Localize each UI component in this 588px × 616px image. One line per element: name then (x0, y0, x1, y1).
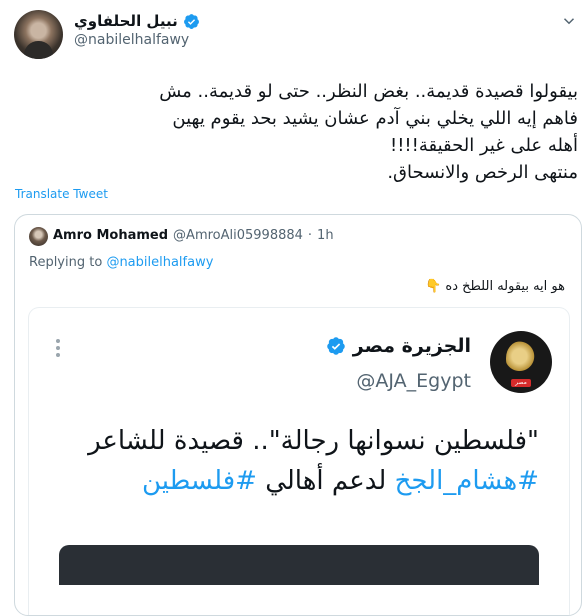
quote-text: هو ايه بيقوله اللطخ ده 👇 (29, 279, 565, 294)
author-avatar[interactable] (14, 10, 63, 59)
quote-text-body: هو ايه بيقوله اللطخ ده (445, 279, 565, 294)
replying-to-prefix: Replying to (29, 255, 103, 270)
author-name-row[interactable]: نبيل الحلفاوي (74, 10, 200, 32)
tweet-text-line: بيقولوا قصيدة قديمة.. بغض النظر.. حتى لو… (159, 81, 578, 102)
embed-middle-text: لدعم أهالي (265, 466, 387, 496)
tweet-text-line: فاهم إيه اللي يخلي بني آدم عشان يشيد بحد… (172, 108, 578, 129)
hashtag-hisham-elgakh[interactable]: #هشام_الجخ (395, 466, 539, 496)
verified-badge-icon (326, 337, 345, 355)
quote-separator: · (307, 228, 313, 243)
quote-author-name[interactable]: Amro Mohamed (53, 228, 168, 243)
quote-author-avatar[interactable] (29, 227, 48, 246)
replying-to-line: Replying to @nabilelhalfawy (29, 255, 213, 270)
chevron-down-icon[interactable] (560, 12, 578, 30)
verified-badge-icon (183, 13, 199, 29)
aja-logo: مصر (490, 331, 552, 393)
tweet-text-line: أهله على غير الحقيقة!!!! (389, 135, 578, 156)
quote-header: Amro Mohamed @AmroAli05998884 · 1h (53, 228, 334, 243)
author-handle[interactable]: @nabilelhalfawy (74, 32, 189, 48)
quoted-tweet-card[interactable]: Amro Mohamed @AmroAli05998884 · 1h Reply… (14, 214, 582, 616)
aja-logo-mark-icon (506, 341, 536, 375)
hashtag-palestine[interactable]: #فلسطين (142, 466, 257, 496)
tweet-text-line: منتهى الرخص والانسحاق. (387, 162, 578, 183)
aja-account-handle: @AJA_Egypt (356, 370, 471, 392)
pointing-down-emoji-icon: 👇 (425, 279, 442, 294)
more-options-icon (56, 339, 60, 357)
aja-account-name: الجزيرة مصر (352, 335, 471, 357)
tweet-text: بيقولوا قصيدة قديمة.. بغض النظر.. حتى لو… (30, 78, 578, 186)
embed-media-preview (59, 545, 539, 585)
quote-timestamp[interactable]: 1h (317, 228, 334, 243)
quote-author-handle[interactable]: @AmroAli05998884 (173, 228, 303, 243)
translate-tweet-link[interactable]: Translate Tweet (15, 187, 108, 201)
author-display-name[interactable]: نبيل الحلفاوي (74, 12, 178, 30)
aja-logo-tag: مصر (511, 379, 531, 387)
replying-to-mention[interactable]: @nabilelhalfawy (106, 255, 213, 270)
aja-name-row: الجزيرة مصر (319, 335, 471, 357)
embed-headline: "فلسطين نسوانها رجالة".. قصيدة للشاعر (88, 426, 539, 456)
embed-hashtag-line: #هشام_الجخ لدعم أهالي #فلسطين (89, 462, 539, 500)
